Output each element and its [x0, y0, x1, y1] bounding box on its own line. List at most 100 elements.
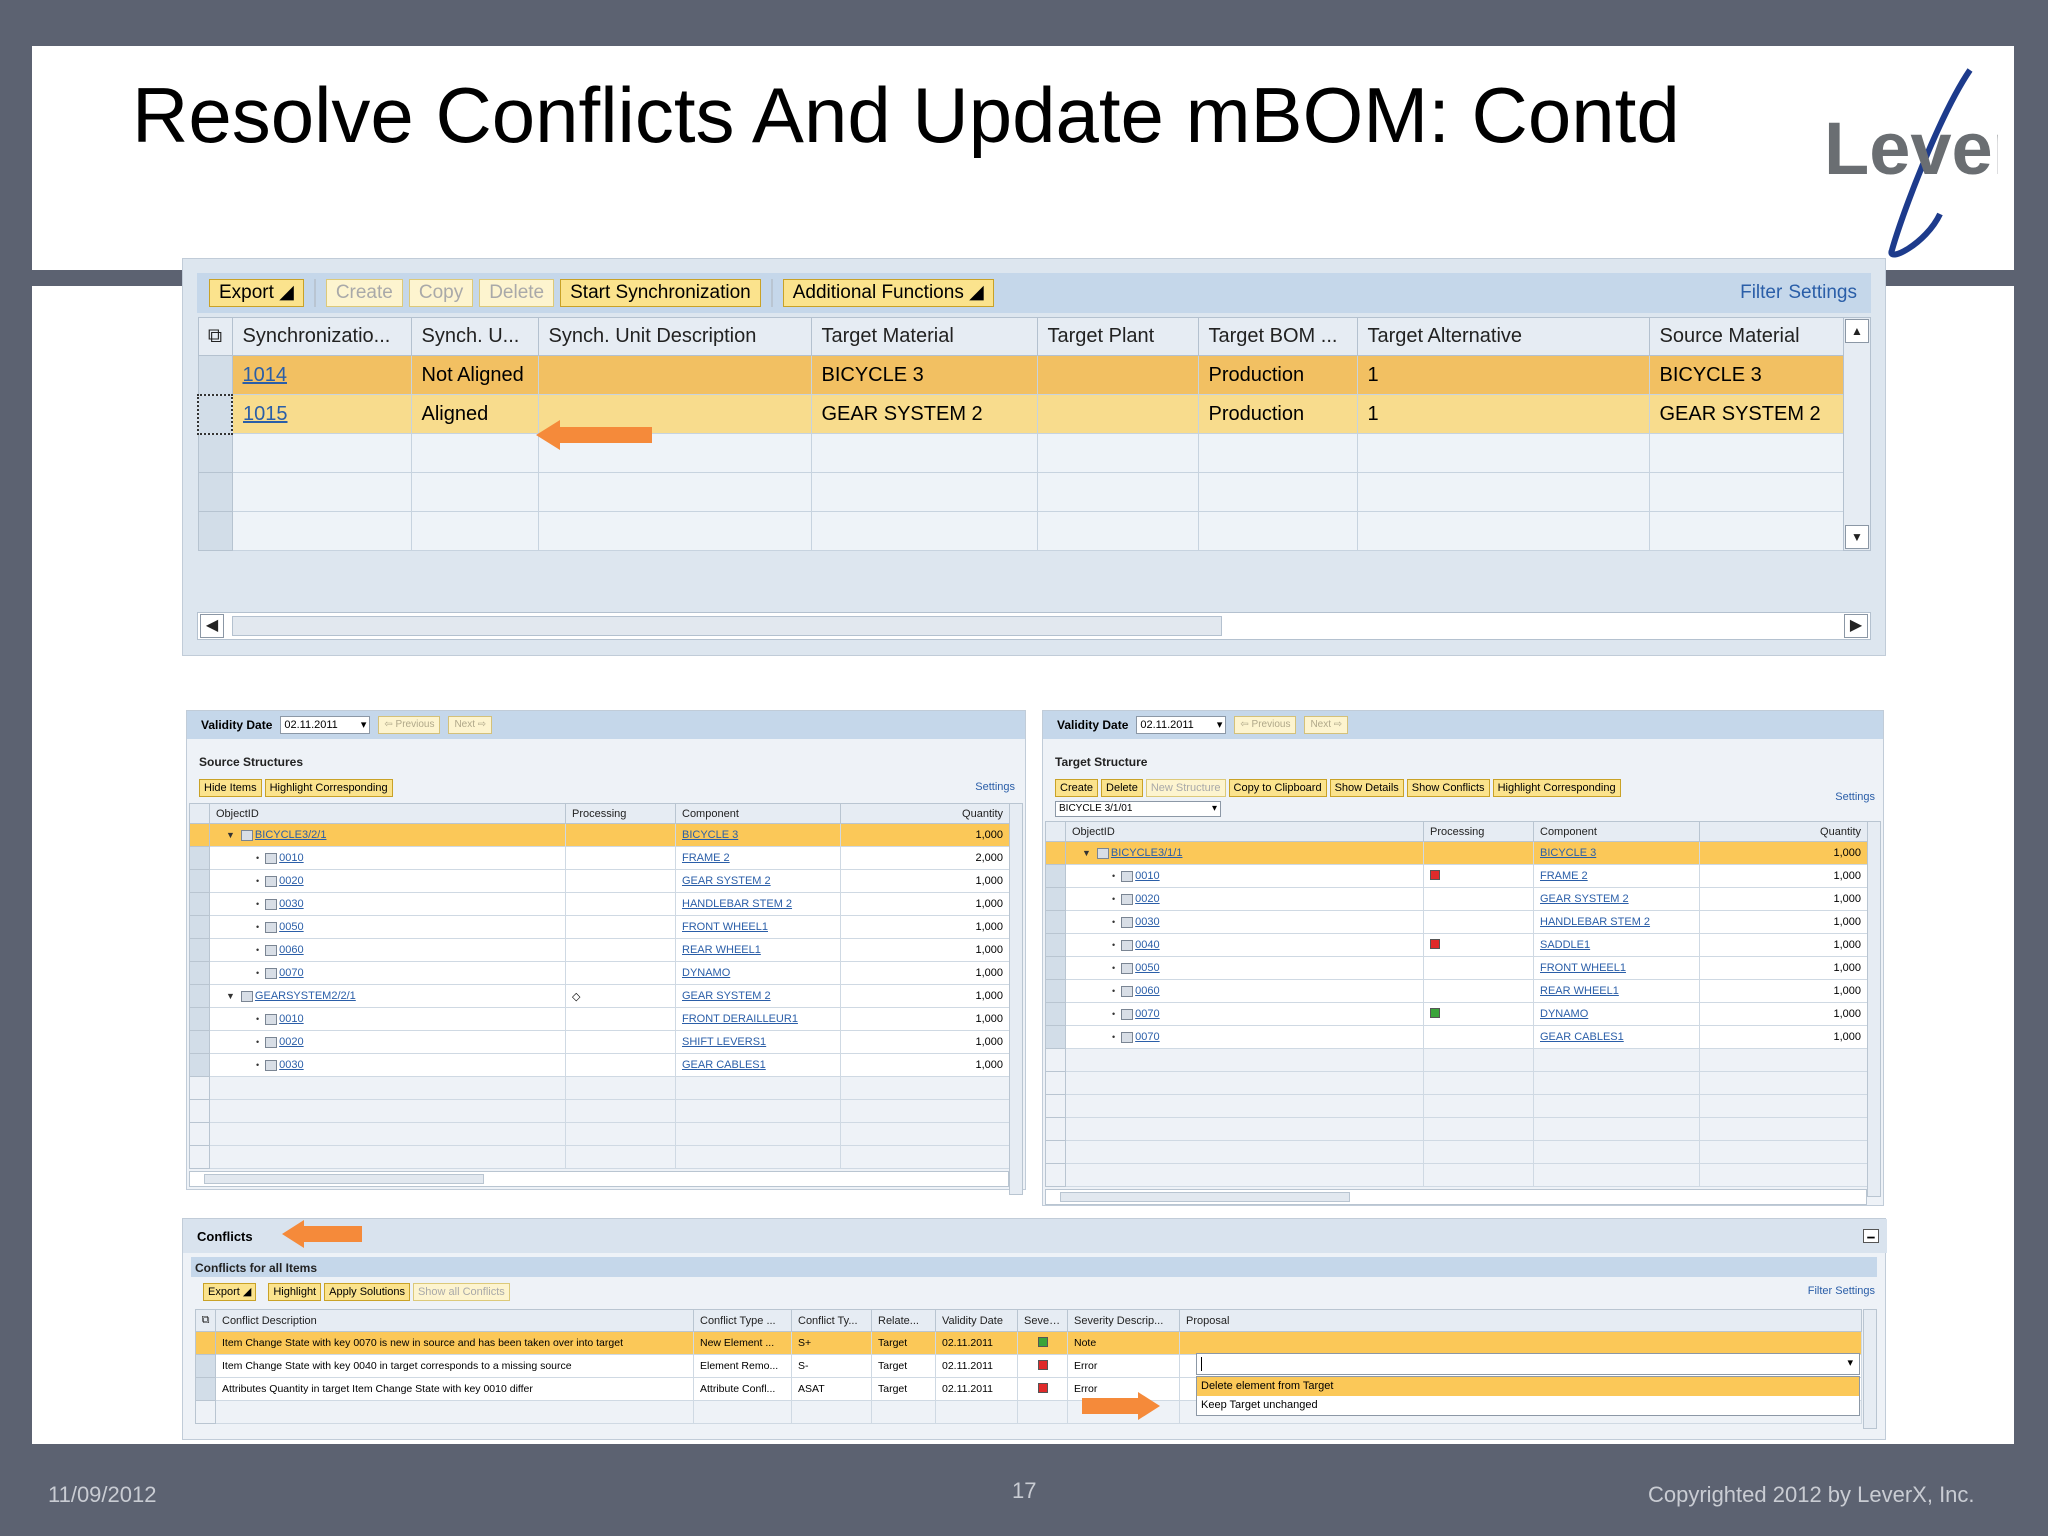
component-link[interactable]: SADDLE1: [1540, 939, 1590, 951]
vertical-scrollbar[interactable]: [1867, 821, 1881, 1197]
table-row[interactable]: • 0010 FRONT DERAILLEUR1 1,000: [189, 1007, 1010, 1031]
col-header[interactable]: Target Alternative: [1356, 317, 1650, 356]
proposal-dropdown[interactable]: ▾: [1196, 1353, 1860, 1375]
next-button[interactable]: Next ⇨: [1304, 716, 1349, 734]
col-header[interactable]: Processing: [1423, 821, 1534, 842]
next-button[interactable]: Next ⇨: [448, 716, 493, 734]
table-row[interactable]: • 0030 GEAR CABLES1 1,000: [189, 1053, 1010, 1077]
start-synchronization-button[interactable]: Start Synchronization: [560, 279, 761, 307]
row-selector[interactable]: [1045, 1002, 1066, 1026]
component-link[interactable]: GEAR SYSTEM 2: [1540, 893, 1629, 905]
chevron-down-icon[interactable]: ▾: [1847, 1356, 1853, 1369]
table-row[interactable]: 1014 Not Aligned BICYCLE 3 Production 1 …: [197, 355, 1845, 395]
object-id-link[interactable]: 0010: [1135, 870, 1159, 882]
table-row[interactable]: • 0070 GEAR CABLES1 1,000: [1045, 1025, 1868, 1049]
settings-link[interactable]: Settings: [1835, 1285, 1875, 1297]
component-link[interactable]: BICYCLE 3: [1540, 847, 1596, 859]
object-id-link[interactable]: 0020: [1135, 893, 1159, 905]
object-id-link[interactable]: 0070: [279, 967, 303, 979]
object-id-link[interactable]: 0030: [279, 1059, 303, 1071]
bullet-icon[interactable]: •: [256, 945, 259, 955]
bullet-icon[interactable]: •: [1112, 871, 1115, 881]
table-row[interactable]: • 0020 GEAR SYSTEM 2 1,000: [189, 869, 1010, 893]
delete-button[interactable]: Delete: [479, 279, 555, 307]
scroll-up-icon[interactable]: ▲: [1845, 319, 1869, 343]
bullet-icon[interactable]: •: [1112, 894, 1115, 904]
scroll-thumb[interactable]: [1060, 1192, 1350, 1202]
col-header[interactable]: Severity Descrip...: [1067, 1309, 1180, 1332]
col-header[interactable]: Conflict Type ...: [693, 1309, 792, 1332]
row-selector[interactable]: [1045, 887, 1066, 911]
scroll-thumb[interactable]: [204, 1174, 484, 1184]
component-link[interactable]: FRONT WHEEL1: [1540, 962, 1626, 974]
vertical-scrollbar[interactable]: [1863, 1309, 1877, 1429]
export-button[interactable]: Export ◢: [203, 1283, 257, 1301]
expand-icon[interactable]: ▼: [226, 830, 235, 840]
select-all-icon[interactable]: ⧉: [195, 1309, 216, 1332]
row-selector[interactable]: [189, 1007, 210, 1031]
row-selector[interactable]: [189, 938, 210, 962]
row-selector[interactable]: [195, 1331, 216, 1355]
col-header[interactable]: ObjectID: [209, 803, 566, 824]
filter-link[interactable]: Filter: [1740, 282, 1782, 304]
object-id-link[interactable]: BICYCLE3/1/1: [1111, 847, 1183, 859]
bullet-icon[interactable]: •: [256, 899, 259, 909]
table-row[interactable]: • 0050 FRONT WHEEL1 1,000: [1045, 956, 1868, 980]
validity-date-select[interactable]: 02.11.2011 ▾: [1136, 716, 1227, 734]
table-row[interactable]: • 0070 DYNAMO 1,000: [189, 961, 1010, 985]
hide-items-button[interactable]: Hide Items: [199, 779, 262, 797]
component-link[interactable]: REAR WHEEL1: [682, 944, 761, 956]
select-all-icon[interactable]: ⧉: [197, 317, 233, 356]
row-selector[interactable]: [195, 1377, 216, 1401]
sync-id-link[interactable]: 1015: [231, 394, 412, 434]
col-header[interactable]: Proposal: [1179, 1309, 1862, 1332]
row-selector[interactable]: [189, 823, 210, 847]
component-link[interactable]: HANDLEBAR STEM 2: [682, 898, 792, 910]
new-structure-button[interactable]: New Structure: [1145, 779, 1226, 797]
scroll-left-icon[interactable]: ◀: [200, 614, 224, 638]
object-id-link[interactable]: 0050: [279, 921, 303, 933]
bullet-icon[interactable]: •: [256, 1014, 259, 1024]
bullet-icon[interactable]: •: [1112, 1009, 1115, 1019]
proposal-cell[interactable]: [1179, 1331, 1862, 1355]
export-button[interactable]: Export ◢: [209, 279, 304, 307]
additional-functions-button[interactable]: Additional Functions ◢: [782, 279, 994, 307]
col-header[interactable]: Relate...: [871, 1309, 936, 1332]
col-header[interactable]: Severity: [1017, 1309, 1068, 1332]
settings-link[interactable]: Settings: [1835, 791, 1875, 803]
row-selector[interactable]: [195, 1354, 216, 1378]
object-id-link[interactable]: 0050: [1135, 962, 1159, 974]
row-selector[interactable]: [189, 846, 210, 870]
highlight-button[interactable]: Highlight: [268, 1283, 322, 1301]
object-id-link[interactable]: 0040: [1135, 939, 1159, 951]
vertical-scrollbar[interactable]: ▲ ▼: [1843, 317, 1871, 551]
row-selector[interactable]: [1045, 841, 1066, 865]
horizontal-scrollbar[interactable]: [1045, 1189, 1867, 1205]
row-selector[interactable]: [1045, 979, 1066, 1003]
row-selector[interactable]: [1045, 956, 1066, 980]
row-selector[interactable]: [1045, 910, 1066, 934]
col-header[interactable]: Synch. Unit Description: [537, 317, 812, 356]
table-row[interactable]: • 0010 FRAME 2 1,000: [1045, 864, 1868, 888]
row-selector[interactable]: [189, 984, 210, 1008]
col-header[interactable]: Target BOM ...: [1197, 317, 1358, 356]
object-id-link[interactable]: 0020: [279, 875, 303, 887]
bullet-icon[interactable]: •: [1112, 917, 1115, 927]
expand-icon[interactable]: ▼: [226, 991, 235, 1001]
delete-button[interactable]: Delete: [1101, 779, 1143, 797]
previous-button[interactable]: ⇦ Previous: [378, 716, 441, 734]
horizontal-scrollbar[interactable]: ◀ ▶: [197, 612, 1871, 640]
row-selector[interactable]: [189, 961, 210, 985]
row-selector[interactable]: [1045, 1025, 1066, 1049]
component-link[interactable]: BICYCLE 3: [682, 829, 738, 841]
row-selector[interactable]: [1045, 933, 1066, 957]
object-id-link[interactable]: 0060: [1135, 985, 1159, 997]
scroll-right-icon[interactable]: ▶: [1844, 614, 1868, 638]
table-row[interactable]: • 0050 FRONT WHEEL1 1,000: [189, 915, 1010, 939]
previous-button[interactable]: ⇦ Previous: [1234, 716, 1297, 734]
component-link[interactable]: GEAR SYSTEM 2: [682, 990, 771, 1002]
bullet-icon[interactable]: •: [256, 1060, 259, 1070]
component-link[interactable]: SHIFT LEVERS1: [682, 1036, 766, 1048]
row-selector[interactable]: [189, 1030, 210, 1054]
settings-link[interactable]: Settings: [975, 781, 1015, 793]
